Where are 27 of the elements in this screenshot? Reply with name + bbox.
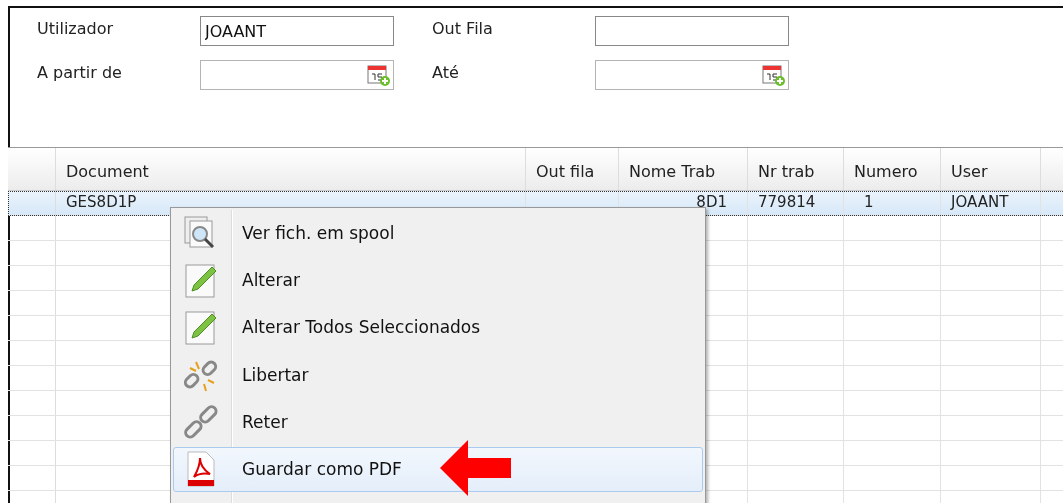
date-field[interactable] [595, 60, 789, 90]
pointer-arrow [440, 440, 512, 496]
text-field[interactable]: JOAANT [200, 16, 394, 46]
calendar-icon[interactable] [762, 63, 786, 87]
column-header[interactable]: Nr trab [748, 148, 844, 190]
field-label: Até [432, 62, 460, 84]
field-label: Utilizador [37, 18, 115, 40]
table-cell: GES8D1P [66, 193, 137, 211]
table-cell: 8D1 [696, 193, 727, 211]
column-header[interactable]: Numero [844, 148, 941, 190]
column-header[interactable]: User [941, 148, 1041, 190]
menu-item[interactable]: Libertar [173, 352, 703, 398]
calendar-icon[interactable] [367, 63, 391, 87]
menu-item[interactable]: Reter [173, 399, 703, 445]
field-label: A partir de [37, 62, 123, 84]
column-header[interactable]: Out fila [526, 148, 619, 190]
table-cell: 1 [864, 193, 874, 211]
table-cell: JOAANT [951, 193, 1009, 211]
field-label: Out Fila [432, 18, 494, 40]
table-cell: 779814 [758, 193, 816, 211]
text-field[interactable] [595, 16, 789, 46]
column-header[interactable]: Document [56, 148, 526, 190]
menu-item[interactable]: Alterar Todos Seleccionados [173, 304, 703, 350]
date-field[interactable] [200, 60, 394, 90]
column-header[interactable]: Nome Trab [619, 148, 748, 190]
menu-item[interactable]: Guardar como PDF [173, 446, 703, 492]
menu-item[interactable]: Alterar [173, 257, 703, 303]
